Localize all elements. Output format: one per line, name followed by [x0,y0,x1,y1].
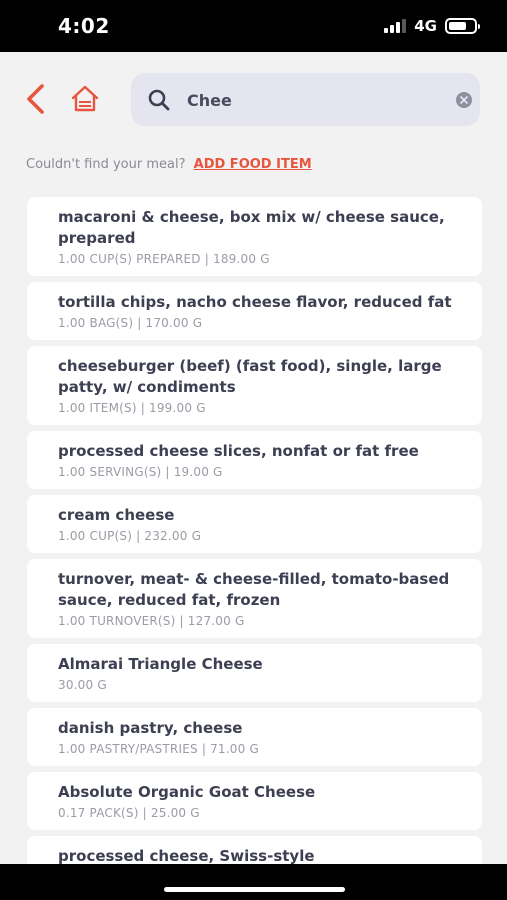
food-serving-detail: 1.00 CUP(S) PREPARED | 189.00 G [58,252,270,266]
food-serving-detail: 1.00 PASTRY/PASTRIES | 71.00 G [58,742,259,756]
home-indicator[interactable] [164,887,345,892]
food-name: turnover, meat- & cheese-filled, tomato-… [58,570,450,609]
food-name: processed cheese, Swiss-style [58,847,315,864]
network-type: 4G [414,17,437,35]
food-result-item[interactable]: danish pastry, cheese 1.00 PASTRY/PASTRIE… [27,708,482,766]
chevron-left-icon [27,84,44,114]
status-time: 4:02 [58,14,110,38]
cellular-signal-icon [384,19,407,33]
food-name: cheeseburger (beef) (fast food), single,… [58,357,442,396]
food-result-item[interactable]: Almarai Triangle Cheese 30.00 G [27,644,482,702]
food-result-item[interactable]: cheeseburger (beef) (fast food), single,… [27,346,482,425]
food-name: Absolute Organic Goat Cheese [58,783,316,801]
not-found-hint: Couldn't find your meal? ADD FOOD ITEM [26,157,312,172]
house-icon [71,85,99,112]
food-result-item[interactable]: macaroni & cheese, box mix w/ cheese sau… [27,197,482,276]
food-serving-detail: 0.17 PACK(S) | 25.00 G [58,806,200,820]
food-result-item[interactable]: processed cheese, Swiss-style1.00 CUP(S)… [27,836,482,864]
status-bar: 4:02 4G [0,0,507,52]
food-result-item[interactable]: Absolute Organic Goat Cheese 0.17 PACK(S)… [27,772,482,830]
food-result-item[interactable]: tortilla chips, nacho cheese flavor, red… [27,282,482,340]
food-name: tortilla chips, nacho cheese flavor, red… [58,293,452,311]
battery-icon [445,18,480,34]
food-name: cream cheese [58,506,175,524]
clear-search-icon[interactable] [456,92,472,108]
home-indicator-area [0,864,507,900]
add-food-item-link[interactable]: ADD FOOD ITEM [194,157,312,172]
food-serving-detail: 1.00 ITEM(S) | 199.00 G [58,401,206,415]
home-button[interactable] [70,84,100,114]
food-name: processed cheese slices, nonfat or fat f… [58,442,419,460]
food-serving-detail: 30.00 G [58,678,107,692]
food-results-list: macaroni & cheese, box mix w/ cheese sau… [27,197,482,864]
status-indicators: 4G [384,17,480,35]
search-icon [148,89,170,111]
food-result-item[interactable]: turnover, meat- & cheese-filled, tomato-… [27,559,482,638]
food-name: macaroni & cheese, box mix w/ cheese sau… [58,208,445,247]
food-name: danish pastry, cheese [58,719,243,737]
search-input[interactable] [187,85,437,115]
not-found-text: Couldn't find your meal? [26,157,186,172]
battery-level [449,22,466,30]
food-result-item[interactable]: processed cheese slices, nonfat or fat f… [27,431,482,489]
food-serving-detail: 1.00 TURNOVER(S) | 127.00 G [58,614,245,628]
food-name: Almarai Triangle Cheese [58,655,263,673]
food-serving-detail: 1.00 BAG(S) | 170.00 G [58,316,203,330]
food-search-screen: Couldn't find your meal? ADD FOOD ITEM m… [0,52,507,864]
back-button[interactable] [22,82,50,116]
food-serving-detail: 1.00 CUP(S) | 232.00 G [58,529,202,543]
food-result-item[interactable]: cream cheese 1.00 CUP(S) | 232.00 G [27,495,482,553]
food-serving-detail: 1.00 SERVING(S) | 19.00 G [58,465,223,479]
search-bar[interactable] [131,73,480,126]
